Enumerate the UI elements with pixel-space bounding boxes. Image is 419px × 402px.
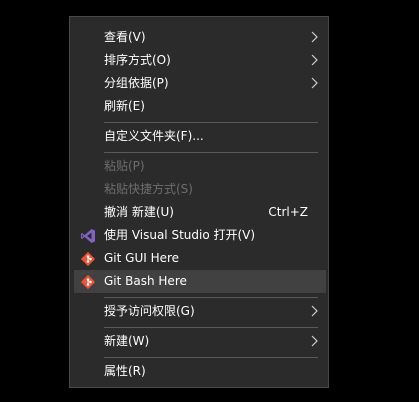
- menu-separator: [104, 297, 318, 298]
- chevron-right-icon: [311, 31, 318, 43]
- menu-item-label: 属性(R): [104, 364, 146, 378]
- menu-item-shortcut: Ctrl+Z: [268, 205, 308, 219]
- menu-item-git-bash-here[interactable]: Git Bash Here: [74, 270, 326, 293]
- menu-item-label: 撤消 新建(U): [104, 205, 174, 219]
- menu-item-new[interactable]: 新建(W): [74, 330, 326, 353]
- git-icon: [80, 274, 96, 290]
- menu-item-sort-by[interactable]: 排序方式(O): [74, 49, 326, 72]
- menu-item-label: 分组依据(P): [104, 76, 169, 90]
- menu-item-label: 使用 Visual Studio 打开(V): [104, 228, 256, 242]
- menu-item-properties[interactable]: 属性(R): [74, 360, 326, 383]
- menu-item-label: 查看(V): [104, 30, 146, 44]
- menu-separator: [104, 357, 318, 358]
- menu-separator: [104, 122, 318, 123]
- menu-item-label: 粘贴(P): [104, 159, 145, 173]
- menu-item-undo-new[interactable]: 撤消 新建(U) Ctrl+Z: [74, 201, 326, 224]
- menu-item-refresh[interactable]: 刷新(E): [74, 95, 326, 118]
- context-menu: 查看(V) 排序方式(O) 分组依据(P) 刷新(E) 自定义文件夹(F)...…: [69, 16, 329, 388]
- visual-studio-icon: [81, 229, 95, 243]
- chevron-right-icon: [311, 305, 318, 317]
- menu-item-paste-shortcut: 粘贴快捷方式(S): [74, 178, 326, 201]
- menu-item-label: 排序方式(O): [104, 53, 171, 67]
- chevron-right-icon: [311, 77, 318, 89]
- menu-item-label: 粘贴快捷方式(S): [104, 182, 193, 196]
- menu-item-open-with-visual-studio[interactable]: 使用 Visual Studio 打开(V): [74, 224, 326, 247]
- menu-item-view[interactable]: 查看(V): [74, 26, 326, 49]
- menu-separator: [104, 152, 318, 153]
- menu-item-customize-folder[interactable]: 自定义文件夹(F)...: [74, 125, 326, 148]
- git-icon: [80, 251, 96, 267]
- menu-separator: [104, 327, 318, 328]
- menu-item-label: Git Bash Here: [104, 274, 187, 288]
- desktop-background: 查看(V) 排序方式(O) 分组依据(P) 刷新(E) 自定义文件夹(F)...…: [0, 0, 419, 402]
- menu-item-git-gui-here[interactable]: Git GUI Here: [74, 247, 326, 270]
- menu-item-label: 刷新(E): [104, 99, 145, 113]
- menu-item-label: 自定义文件夹(F)...: [104, 129, 204, 143]
- menu-item-label: 授予访问权限(G): [104, 304, 195, 318]
- menu-item-give-access[interactable]: 授予访问权限(G): [74, 300, 326, 323]
- chevron-right-icon: [311, 54, 318, 66]
- menu-item-group-by[interactable]: 分组依据(P): [74, 72, 326, 95]
- menu-item-label: Git GUI Here: [104, 251, 180, 265]
- menu-item-label: 新建(W): [104, 334, 150, 348]
- chevron-right-icon: [311, 335, 318, 347]
- menu-item-paste: 粘贴(P): [74, 155, 326, 178]
